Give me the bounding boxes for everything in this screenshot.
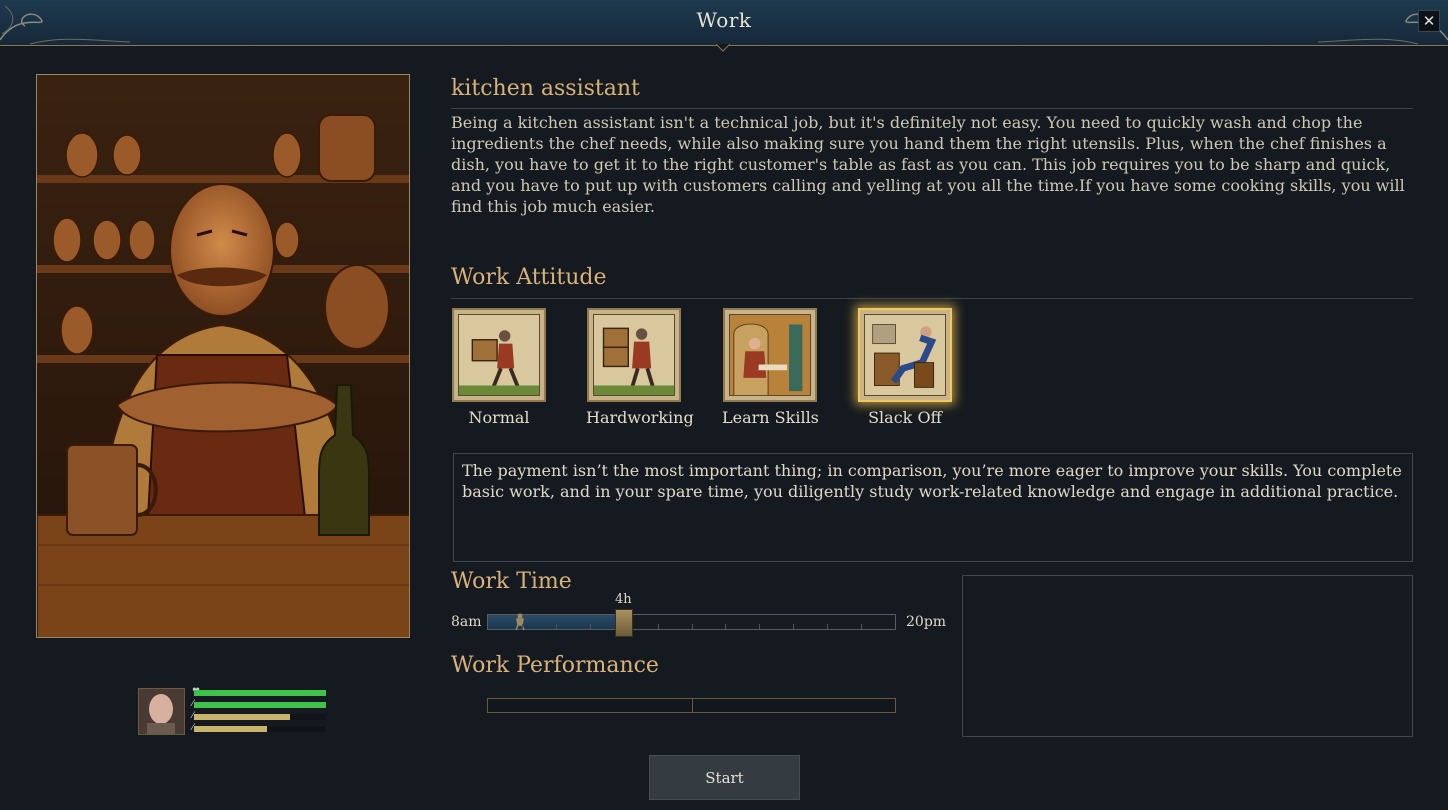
- work-performance-heading: Work Performance: [451, 653, 659, 678]
- job-portrait: [36, 74, 410, 638]
- attitude-label: Normal: [468, 408, 530, 427]
- job-title: kitchen assistant: [451, 76, 640, 101]
- close-button[interactable]: ✕: [1418, 10, 1440, 32]
- attitude-option-slack-off[interactable]: Slack Off: [857, 308, 953, 427]
- job-description: Being a kitchen assistant isn't a techni…: [451, 113, 1405, 216]
- slider-tick: [861, 624, 862, 629]
- slider-tick: [556, 624, 557, 629]
- slider-tick: [658, 624, 659, 629]
- window-title: Work: [696, 8, 752, 32]
- attitude-option-normal[interactable]: Normal: [451, 308, 547, 427]
- attitude-label: Hardworking: [586, 408, 694, 427]
- performance-midpoint-divider: [692, 699, 693, 712]
- attitude-label: Learn Skills: [722, 408, 819, 427]
- worker-marker-icon: [515, 613, 525, 631]
- carrying-crate-icon: [458, 314, 540, 396]
- window-title-bar: Work ✕: [0, 0, 1448, 52]
- work-time-slider[interactable]: [487, 609, 896, 637]
- slider-tick: [692, 624, 693, 629]
- start-button[interactable]: Start: [649, 755, 800, 800]
- attitude-option-learn-skills[interactable]: Learn Skills: [722, 308, 819, 427]
- work-time-heading: Work Time: [451, 569, 572, 594]
- health-bar: [194, 690, 326, 696]
- attitude-option-hardworking[interactable]: Hardworking: [586, 308, 694, 427]
- avatar[interactable]: [138, 688, 185, 735]
- work-time-end-label: 20pm: [906, 614, 947, 630]
- work-result-panel: [962, 575, 1413, 737]
- work-time-value-label: 4h: [615, 592, 632, 607]
- divider: [451, 298, 1413, 299]
- slider-tick: [590, 624, 591, 629]
- slider-tick: [725, 624, 726, 629]
- slider-tick: [827, 624, 828, 629]
- work-performance-bar: [487, 698, 896, 713]
- studying-scribe-icon: [729, 314, 811, 396]
- attitude-label: Slack Off: [868, 408, 942, 427]
- work-time-slider-handle[interactable]: [615, 609, 633, 637]
- resting-in-chair-icon: [864, 314, 946, 396]
- stamina-bar: [194, 702, 326, 708]
- character-status: ♥ ⁄ ⁄ ⁄: [138, 688, 338, 736]
- slider-tick: [759, 624, 760, 629]
- divider: [451, 108, 1413, 109]
- mood-bar: [194, 726, 326, 732]
- slider-tick: [522, 624, 523, 629]
- carrying-stacked-crates-icon: [593, 314, 675, 396]
- work-time-start-label: 8am: [451, 614, 482, 630]
- slider-tick: [793, 624, 794, 629]
- title-notch-icon: [716, 44, 730, 52]
- hunger-bar: [194, 714, 326, 720]
- attitude-description: The payment isn’t the most important thi…: [453, 453, 1413, 562]
- work-attitude-heading: Work Attitude: [451, 265, 607, 290]
